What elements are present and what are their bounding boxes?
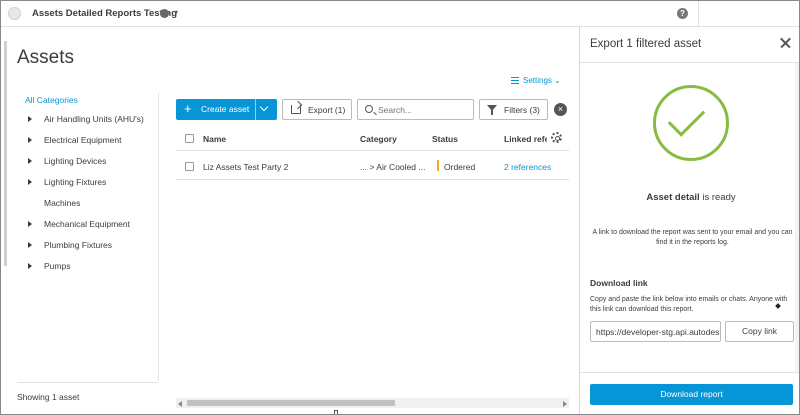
expand-arrow-icon[interactable] — [28, 263, 32, 269]
filters-button[interactable]: Filters (3) — [479, 99, 548, 120]
category-item[interactable]: Plumbing Fixtures — [17, 240, 157, 256]
table-header: Name Category Status Linked refe — [176, 128, 569, 151]
category-label: Mechanical Equipment — [44, 219, 130, 229]
category-item[interactable]: Air Handling Units (AHU's) — [17, 114, 157, 130]
category-item[interactable]: Lighting Fixtures — [17, 177, 157, 193]
category-label: Pumps — [44, 261, 71, 271]
column-header-linked[interactable]: Linked refe — [504, 134, 547, 144]
chevron-down-icon[interactable]: ▾ — [174, 8, 178, 17]
expand-arrow-icon[interactable] — [28, 242, 32, 248]
chevron-down-icon: ⌄ — [554, 76, 561, 85]
expand-arrow-icon[interactable] — [28, 116, 32, 122]
chevron-down-icon[interactable] — [259, 102, 269, 112]
category-all[interactable]: All Categories — [25, 95, 78, 105]
top-bar: Assets Detailed Reports Testing ▾ ? — [1, 1, 799, 27]
download-link-description: Copy and paste the link below into email… — [590, 296, 788, 313]
create-asset-label: Create asset — [201, 104, 250, 114]
cell-name[interactable]: Liz Assets Test Party 2 — [203, 162, 288, 172]
column-header-category[interactable]: Category — [360, 134, 397, 144]
cell-status: Ordered — [444, 162, 476, 172]
ready-suffix: is ready — [699, 192, 736, 203]
divider — [698, 1, 699, 27]
search-input[interactable] — [378, 103, 468, 116]
category-label: Machines — [44, 198, 81, 208]
email-notice: A link to download the report was sent t… — [592, 229, 793, 246]
row-checkbox[interactable] — [185, 162, 194, 171]
category-label: Lighting Devices — [44, 156, 107, 166]
scrollbar-thumb[interactable] — [187, 400, 395, 406]
project-name[interactable]: Assets Detailed Reports Testing — [32, 8, 177, 19]
download-link-label: Download link — [590, 278, 648, 288]
plus-icon: + — [184, 101, 192, 116]
category-label: Electrical Equipment — [44, 135, 122, 145]
settings-label: Settings — [523, 76, 552, 85]
export-icon — [291, 105, 301, 114]
status-indicator — [437, 160, 439, 171]
search-icon — [365, 105, 373, 113]
column-header-status[interactable]: Status — [432, 134, 458, 144]
category-item[interactable]: Pumps — [17, 261, 157, 277]
create-asset-button[interactable]: + Create asset — [176, 99, 277, 120]
asset-count: Showing 1 asset — [17, 382, 158, 402]
expand-arrow-icon[interactable] — [28, 179, 32, 185]
ready-message: Asset detail is ready — [580, 192, 799, 203]
category-label: Air Handling Units (AHU's) — [44, 114, 144, 124]
category-item[interactable]: Electrical Equipment — [17, 135, 157, 151]
table-row[interactable]: Liz Assets Test Party 2 ... > Air Cooled… — [176, 153, 569, 180]
category-item[interactable]: Lighting Devices — [17, 156, 157, 172]
app-frame: Assets Detailed Reports Testing ▾ ? Asse… — [0, 0, 800, 415]
gear-icon[interactable] — [551, 132, 562, 143]
scroll-left-icon[interactable] — [178, 401, 182, 407]
expand-arrow-icon[interactable] — [28, 137, 32, 143]
export-label: Export (1) — [308, 105, 346, 115]
expand-arrow-icon[interactable] — [28, 158, 32, 164]
app-logo-icon[interactable] — [8, 7, 21, 20]
checkmark-icon — [667, 99, 706, 137]
category-item[interactable]: Mechanical Equipment — [17, 219, 157, 235]
column-header-name[interactable]: Name — [203, 134, 226, 144]
clear-filters-icon[interactable]: × — [554, 103, 567, 116]
ready-subject: Asset detail — [646, 192, 700, 203]
search-box[interactable] — [357, 99, 474, 120]
help-icon[interactable]: ? — [677, 8, 688, 19]
panel-header: Export 1 filtered asset — [580, 27, 799, 63]
cell-linked-references[interactable]: 2 references — [504, 162, 551, 172]
globe-icon — [160, 9, 169, 18]
page-title: Assets — [17, 47, 75, 68]
filters-label: Filters (3) — [504, 105, 540, 115]
settings-sliders-icon — [511, 77, 519, 84]
panel-title: Export 1 filtered asset — [590, 38, 702, 50]
settings-button[interactable]: Settings ⌄ — [511, 76, 561, 85]
category-label: Lighting Fixtures — [44, 177, 107, 187]
horizontal-scrollbar[interactable] — [176, 398, 569, 408]
download-url-field[interactable]: https://developer-stg.api.autodesk.com — [590, 321, 721, 342]
category-item[interactable]: Machines — [17, 198, 157, 214]
export-button[interactable]: Export (1) — [282, 99, 352, 120]
success-check-icon — [653, 85, 729, 161]
download-report-button[interactable]: Download report — [590, 384, 793, 405]
copy-link-button[interactable]: Copy link — [725, 321, 794, 342]
button-divider — [255, 99, 256, 120]
scroll-right-icon[interactable] — [563, 401, 567, 407]
panel-scrollbar[interactable] — [795, 63, 799, 372]
expand-arrow-icon[interactable] — [28, 221, 32, 227]
export-panel: Export 1 filtered asset Asset detail is … — [579, 27, 799, 414]
left-accent-strip — [4, 41, 7, 266]
cell-category: ... > Air Cooled ... — [360, 162, 426, 172]
close-icon[interactable] — [778, 35, 794, 51]
resize-handle-icon[interactable] — [334, 410, 338, 414]
filter-icon — [487, 105, 497, 115]
category-label: Plumbing Fixtures — [44, 240, 113, 250]
category-tree: All Categories Air Handling Units (AHU's… — [17, 93, 159, 381]
select-all-checkbox[interactable] — [185, 134, 194, 143]
